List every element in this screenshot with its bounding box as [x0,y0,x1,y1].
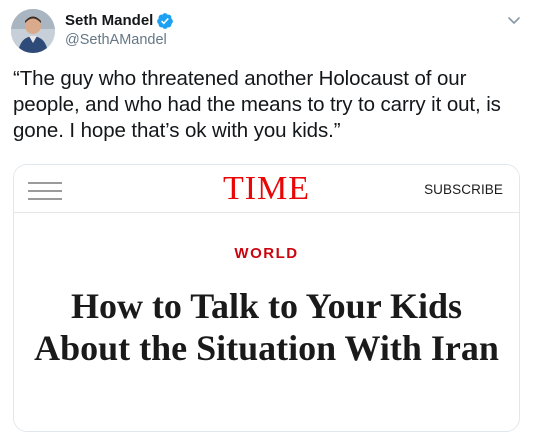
section-label: WORLD [234,245,299,262]
article-headline: How to Talk to Your Kids About the Situa… [34,286,499,368]
tweet-text: “The guy who threatened another Holocaus… [13,67,501,142]
display-name[interactable]: Seth Mandel [65,11,153,30]
verified-badge-icon [156,12,174,30]
time-site-header: TIME SUBSCRIBE [14,165,519,213]
user-avatar[interactable] [11,9,55,53]
chevron-down-icon[interactable] [506,13,522,25]
user-handle[interactable]: @SethAMandel [65,31,167,49]
subscribe-label: SUBSCRIBE [424,182,503,197]
card-image: TIME SUBSCRIBE WORLD How to Talk to Your… [14,165,519,431]
author-name-row: Seth Mandel [65,11,174,30]
link-preview-card[interactable]: TIME SUBSCRIBE WORLD How to Talk to Your… [13,164,520,432]
tweet: Seth Mandel @SethAMandel “The guy who th… [0,0,533,443]
